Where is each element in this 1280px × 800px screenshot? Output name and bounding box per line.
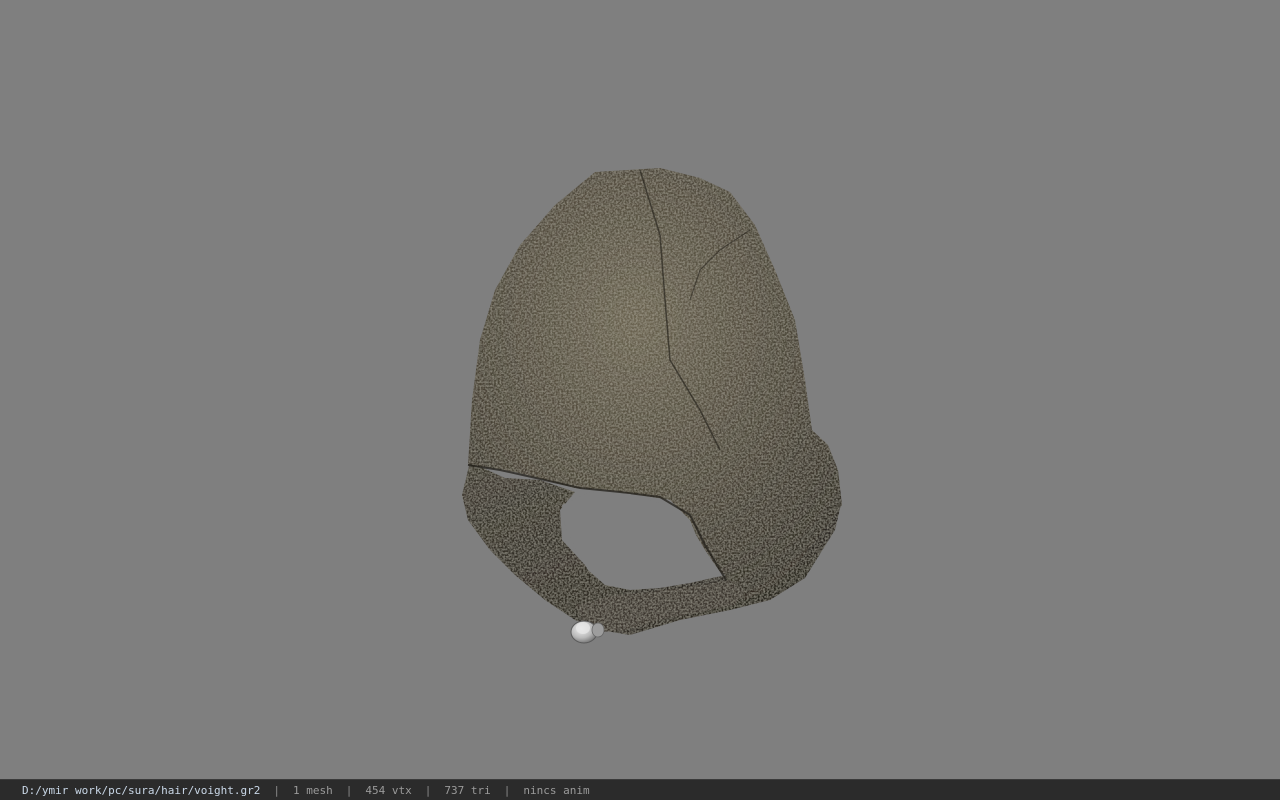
- 3d-viewport[interactable]: [0, 0, 1280, 779]
- separator: |: [345, 783, 353, 797]
- animation-status: nincs anim: [523, 783, 590, 797]
- status-bar: D:/ymir work/pc/sura/hair/voight.gr2 | 1…: [0, 779, 1280, 800]
- vertex-count: 454 vtx: [365, 783, 412, 797]
- separator: |: [503, 783, 511, 797]
- strap-button-icon: [570, 620, 605, 644]
- triangle-count: 737 tri: [444, 783, 491, 797]
- separator: |: [424, 783, 432, 797]
- separator: |: [273, 783, 281, 797]
- hood-mesh-icon[interactable]: [0, 0, 1280, 779]
- mesh-count: 1 mesh: [293, 783, 333, 797]
- file-path: D:/ymir work/pc/sura/hair/voight.gr2: [22, 783, 261, 797]
